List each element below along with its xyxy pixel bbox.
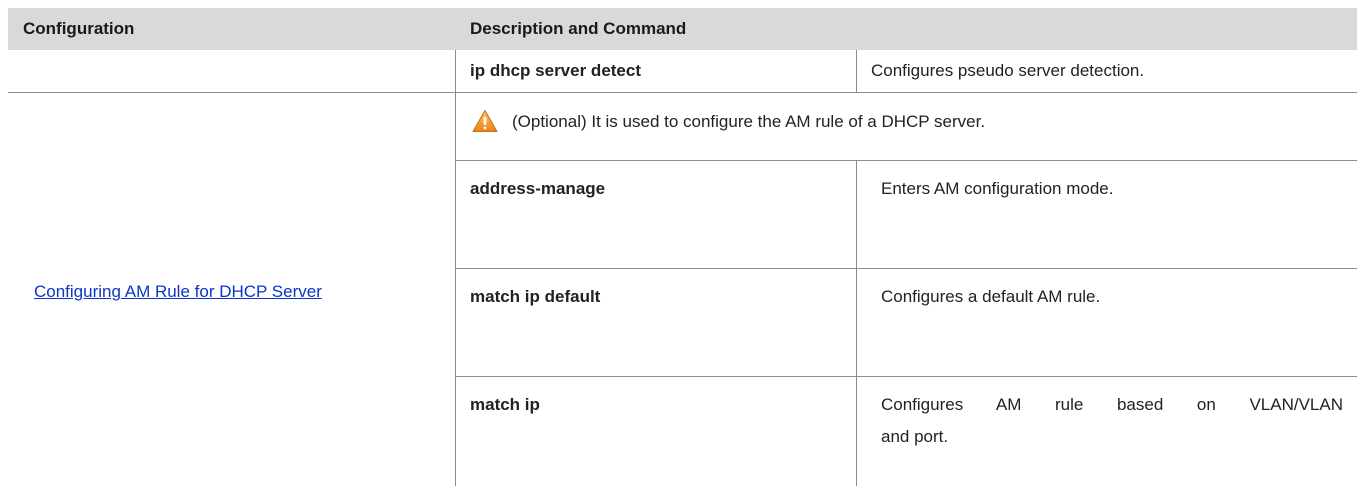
subcolumn-divider xyxy=(856,160,857,486)
row-divider xyxy=(455,160,1357,161)
subcolumn-divider xyxy=(856,50,857,92)
configuring-am-rule-link[interactable]: Configuring AM Rule for DHCP Server xyxy=(34,281,322,303)
command-match-ip: match ip xyxy=(470,395,540,414)
description-am-rule-vlan-port-cont: and port. xyxy=(881,427,949,446)
command-ip-dhcp-server-detect: ip dhcp server detect xyxy=(470,61,642,80)
optional-note: (Optional) It is used to configure the A… xyxy=(512,112,986,131)
description-am-rule-vlan-port: Configures AM rule based on VLAN/VLAN xyxy=(881,395,1343,414)
row-divider xyxy=(455,268,1357,269)
description-default-am-rule: Configures a default AM rule. xyxy=(881,287,1101,306)
description-pseudo-server-detection: Configures pseudo server detection. xyxy=(871,61,1145,80)
command-match-ip-default: match ip default xyxy=(470,287,601,306)
row-divider xyxy=(8,92,1357,93)
warning-icon xyxy=(472,109,498,133)
row-divider xyxy=(455,376,1357,377)
description-enters-am-mode: Enters AM configuration mode. xyxy=(881,179,1114,198)
command-address-manage: address-manage xyxy=(470,179,606,198)
header-description-command: Description and Command xyxy=(455,8,1357,50)
header-configuration: Configuration xyxy=(8,8,455,50)
configuration-table: Configuration Description and Command ip… xyxy=(8,8,1357,486)
